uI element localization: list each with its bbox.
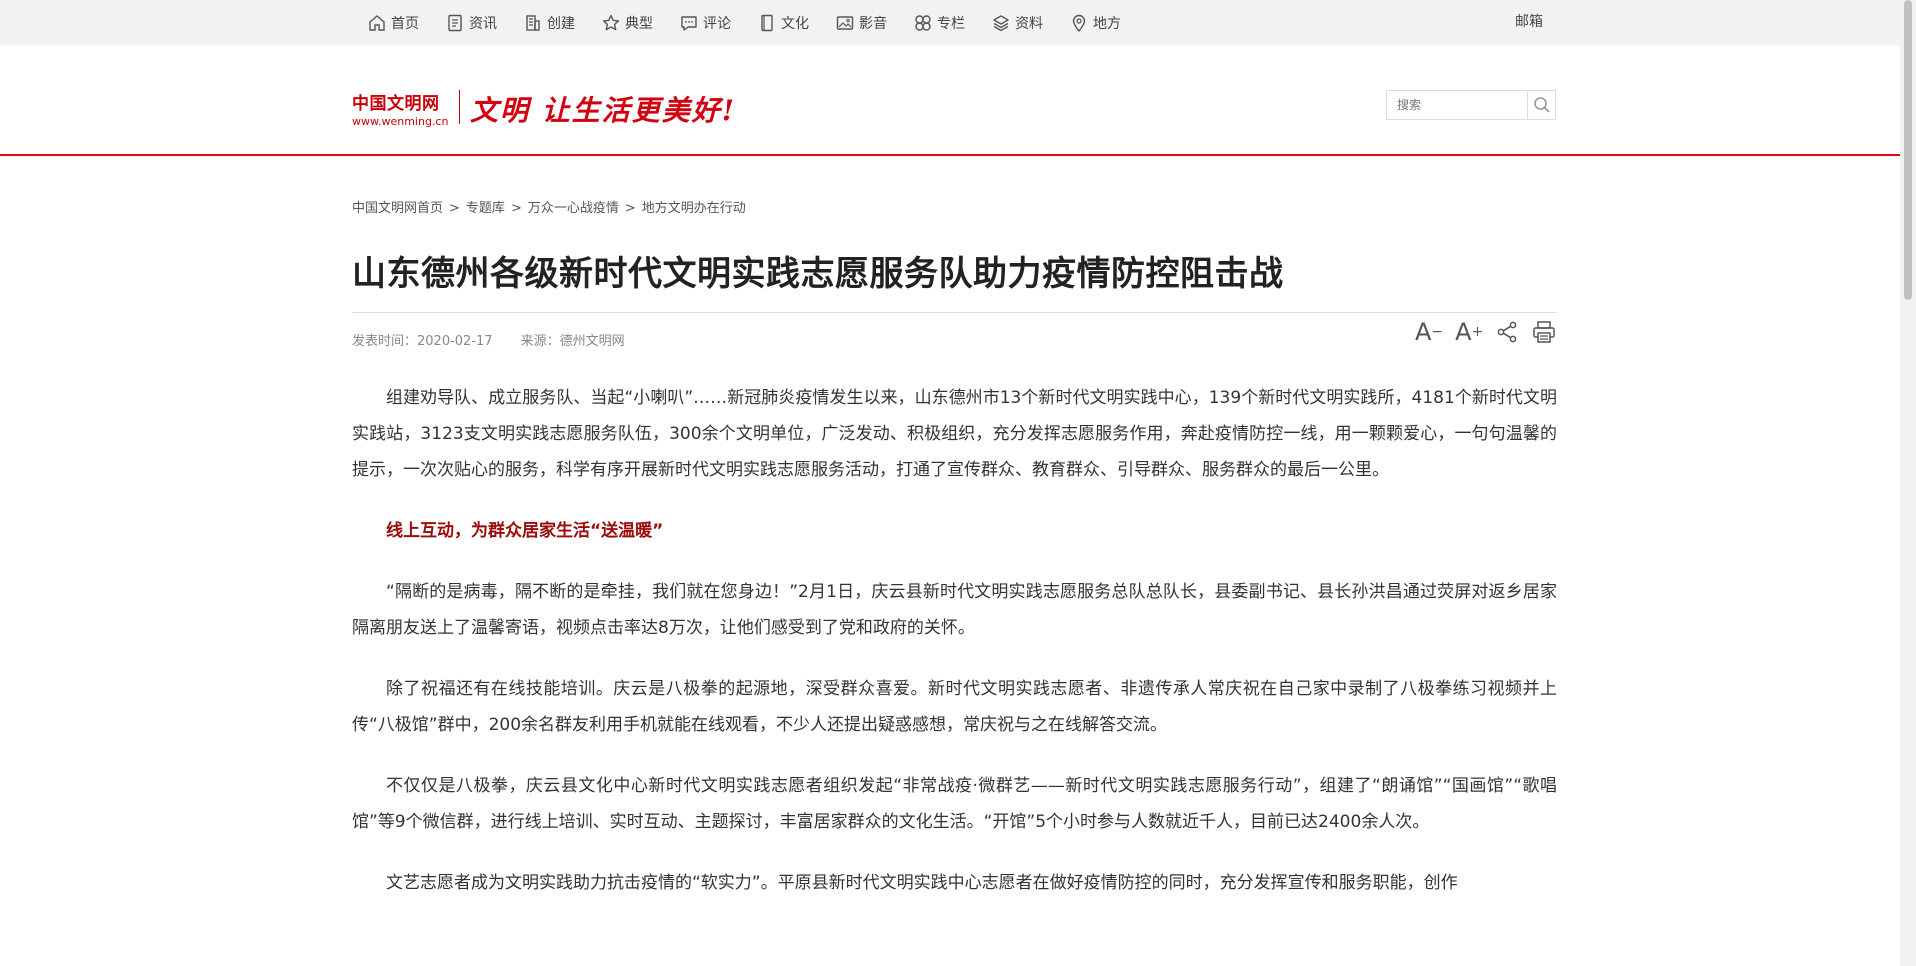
page-scrollbar[interactable] xyxy=(1900,0,1916,966)
nav-item-label: 地方 xyxy=(1093,15,1121,32)
breadcrumb-separator: > xyxy=(449,201,460,216)
breadcrumb-item-topics[interactable]: 专题库 xyxy=(466,201,505,216)
site-logo[interactable]: 中国文明网 www.wenming.cn xyxy=(352,89,448,128)
font-smaller-button[interactable]: A − xyxy=(1415,318,1443,346)
news-icon xyxy=(448,14,462,31)
article-paragraph: 文艺志愿者成为文明实践助力抗击疫情的“软实力”。平原县新时代文明实践中心志愿者在… xyxy=(386,873,1458,893)
logo-url: www.wenming.cn xyxy=(352,115,449,128)
nav-item-label: 专栏 xyxy=(937,15,965,32)
nav-item-label: 评论 xyxy=(703,15,731,32)
nav-item-column[interactable]: 专栏 xyxy=(913,13,965,33)
nav-item-label: 文化 xyxy=(781,15,809,32)
search-button[interactable] xyxy=(1527,91,1555,119)
slogan: 文明 让生活更美好! xyxy=(470,94,737,127)
article-meta: 发表时间：2020-02-17 来源：德州文明网 xyxy=(352,330,653,349)
nav-item-culture[interactable]: 文化 xyxy=(757,13,809,33)
article-tools: A − A + xyxy=(1403,318,1557,346)
breadcrumb-item-fight-epidemic[interactable]: 万众一心战疫情 xyxy=(528,201,619,216)
star-icon xyxy=(602,14,620,30)
article-subheading: 线上互动，为群众居家生活“送温暖” xyxy=(386,521,664,541)
breadcrumb-item-home[interactable]: 中国文明网首页 xyxy=(352,201,443,216)
top-nav-bar: 首页 资讯 创建 典型 评论 文化 影音 专栏 资料 地方 邮箱 xyxy=(0,0,1900,45)
nav-item-label: 典型 xyxy=(625,15,653,32)
print-icon xyxy=(1533,321,1556,343)
location-pin-icon xyxy=(1072,14,1086,32)
comment-icon xyxy=(681,15,697,31)
scrollbar-thumb[interactable] xyxy=(1904,0,1912,300)
minus-sign: − xyxy=(1431,324,1444,340)
title-divider xyxy=(352,312,1557,313)
nav-item-label: 影音 xyxy=(859,15,887,32)
article-title: 山东德州各级新时代文明实践志愿服务队助力疫情防控阻击战 xyxy=(352,254,1284,294)
article-body: 组建劝导队、成立服务队、当起“小喇叭”……新冠肺炎疫情发生以来，山东德州市13个… xyxy=(352,380,1557,926)
search-box xyxy=(1386,90,1556,120)
print-button[interactable] xyxy=(1531,319,1557,345)
article-paragraph: 除了祝福还有在线技能培训。庆云是八极拳的起源地，深受群众喜爱。新时代文明实践志愿… xyxy=(352,679,1557,735)
font-smaller-letter: A xyxy=(1415,318,1432,346)
share-icon xyxy=(1497,321,1517,343)
article-paragraph: 组建劝导队、成立服务队、当起“小喇叭”……新冠肺炎疫情发生以来，山东德州市13个… xyxy=(352,388,1557,480)
breadcrumb-separator: > xyxy=(624,201,636,216)
image-icon xyxy=(836,15,854,30)
layers-icon xyxy=(993,14,1009,31)
nav-item-materials[interactable]: 资料 xyxy=(991,13,1043,33)
mail-link[interactable]: 邮箱 xyxy=(1515,0,1543,45)
main-nav: 首页 资讯 创建 典型 评论 文化 影音 专栏 资料 地方 xyxy=(367,0,1147,45)
search-input[interactable] xyxy=(1387,91,1527,119)
font-larger-letter: A xyxy=(1455,318,1472,346)
breadcrumb-item-local-action[interactable]: 地方文明办在行动 xyxy=(642,201,746,216)
nav-item-label: 创建 xyxy=(547,15,575,32)
nav-item-media[interactable]: 影音 xyxy=(835,13,887,33)
article-source: 来源：德州文明网 xyxy=(520,334,625,349)
nav-item-label: 资料 xyxy=(1015,15,1043,32)
clover-icon xyxy=(915,14,931,31)
article-paragraph: “隔断的是病毒，隔不断的是牵挂，我们就在您身边！”2月1日，庆云县新时代文明实践… xyxy=(352,582,1557,638)
site-header: 中国文明网 www.wenming.cn 文明 让生活更美好! xyxy=(0,45,1900,156)
article-paragraph: 不仅仅是八极拳，庆云县文化中心新时代文明实践志愿者组织发起“非常战疫·微群艺——… xyxy=(352,776,1557,832)
plus-sign: + xyxy=(1471,324,1484,340)
publish-time: 发表时间：2020-02-17 xyxy=(352,334,493,349)
search-icon xyxy=(1533,97,1550,113)
nav-item-news[interactable]: 资讯 xyxy=(445,13,497,33)
nav-item-home[interactable]: 首页 xyxy=(367,13,419,33)
nav-item-label: 首页 xyxy=(391,15,419,32)
home-icon xyxy=(369,14,385,31)
nav-item-create[interactable]: 创建 xyxy=(523,13,575,33)
logo-chinese-name: 中国文明网 xyxy=(352,94,440,114)
nav-item-comment[interactable]: 评论 xyxy=(679,13,731,33)
building-icon xyxy=(526,14,540,31)
nav-item-label: 资讯 xyxy=(469,15,497,32)
nav-item-local[interactable]: 地方 xyxy=(1069,13,1121,33)
book-icon xyxy=(761,14,773,31)
share-button[interactable] xyxy=(1495,320,1519,344)
logo-divider xyxy=(459,90,460,124)
breadcrumb-separator: > xyxy=(510,201,522,216)
nav-item-typical[interactable]: 典型 xyxy=(601,13,653,33)
breadcrumb: 中国文明网首页 > 专题库 > 万众一心战疫情 > 地方文明办在行动 xyxy=(352,197,746,216)
font-larger-button[interactable]: A + xyxy=(1455,318,1483,346)
